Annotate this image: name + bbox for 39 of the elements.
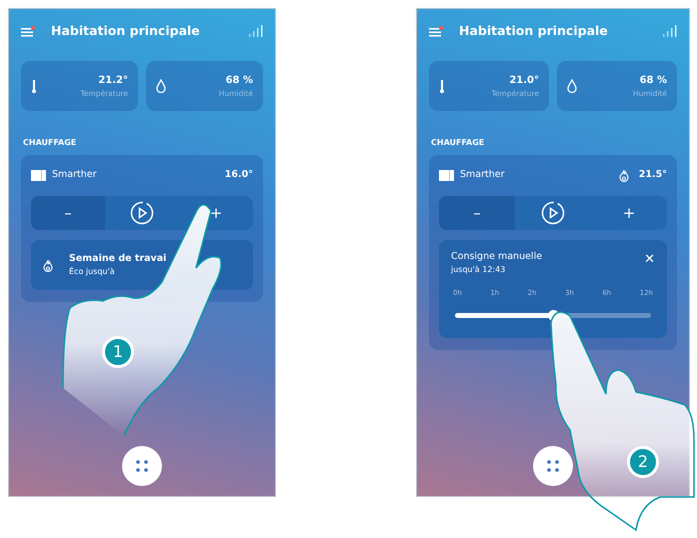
play-icon <box>541 201 565 225</box>
play-icon <box>130 201 154 225</box>
drop-icon <box>567 79 577 93</box>
increase-button[interactable]: + <box>179 196 253 230</box>
sensor-value: 68 % <box>638 74 667 88</box>
home-title: Habitation principale <box>50 22 201 40</box>
schedule-subtitle: Éco jusqu'à <box>69 266 116 278</box>
signal-icon[interactable] <box>249 25 263 37</box>
grid-icon <box>546 459 560 473</box>
sensor-value: 68 % <box>224 74 253 88</box>
home-title: Habitation principale <box>458 22 609 40</box>
device-name: Smarther <box>52 168 98 182</box>
sensor-value: 21.2° <box>97 74 128 88</box>
flame-icon <box>618 168 629 182</box>
thermostat-icon <box>31 170 46 180</box>
panel-subtitle: jusqu'à 12:43 <box>451 264 506 276</box>
menu-icon[interactable] <box>21 26 35 36</box>
device-name: Smarther <box>460 168 506 182</box>
increase-button[interactable]: + <box>591 196 667 230</box>
setpoint-value: 16.0° <box>224 168 253 182</box>
menu-icon[interactable] <box>429 26 443 36</box>
close-button[interactable]: ✕ <box>644 250 655 270</box>
grid-icon <box>135 459 149 473</box>
sensor-value: 21.0° <box>508 74 539 88</box>
signal-icon[interactable] <box>663 25 677 37</box>
flame-icon <box>43 258 53 272</box>
thermostat-icon <box>439 170 454 180</box>
thermometer-icon <box>31 78 37 94</box>
decrease-button[interactable]: – <box>31 196 105 230</box>
apps-button[interactable] <box>533 446 573 486</box>
section-heading: CHAUFFAGE <box>431 137 486 149</box>
thermometer-icon <box>439 78 445 94</box>
apps-button[interactable] <box>122 446 162 486</box>
drop-icon <box>156 79 166 93</box>
panel-title: Consigne manuelle <box>451 250 542 264</box>
decrease-button[interactable]: – <box>439 196 515 230</box>
schedule-title: Semaine de travai <box>69 252 166 266</box>
setpoint-value: 21.5° <box>638 168 667 182</box>
section-heading: CHAUFFAGE <box>23 137 78 149</box>
